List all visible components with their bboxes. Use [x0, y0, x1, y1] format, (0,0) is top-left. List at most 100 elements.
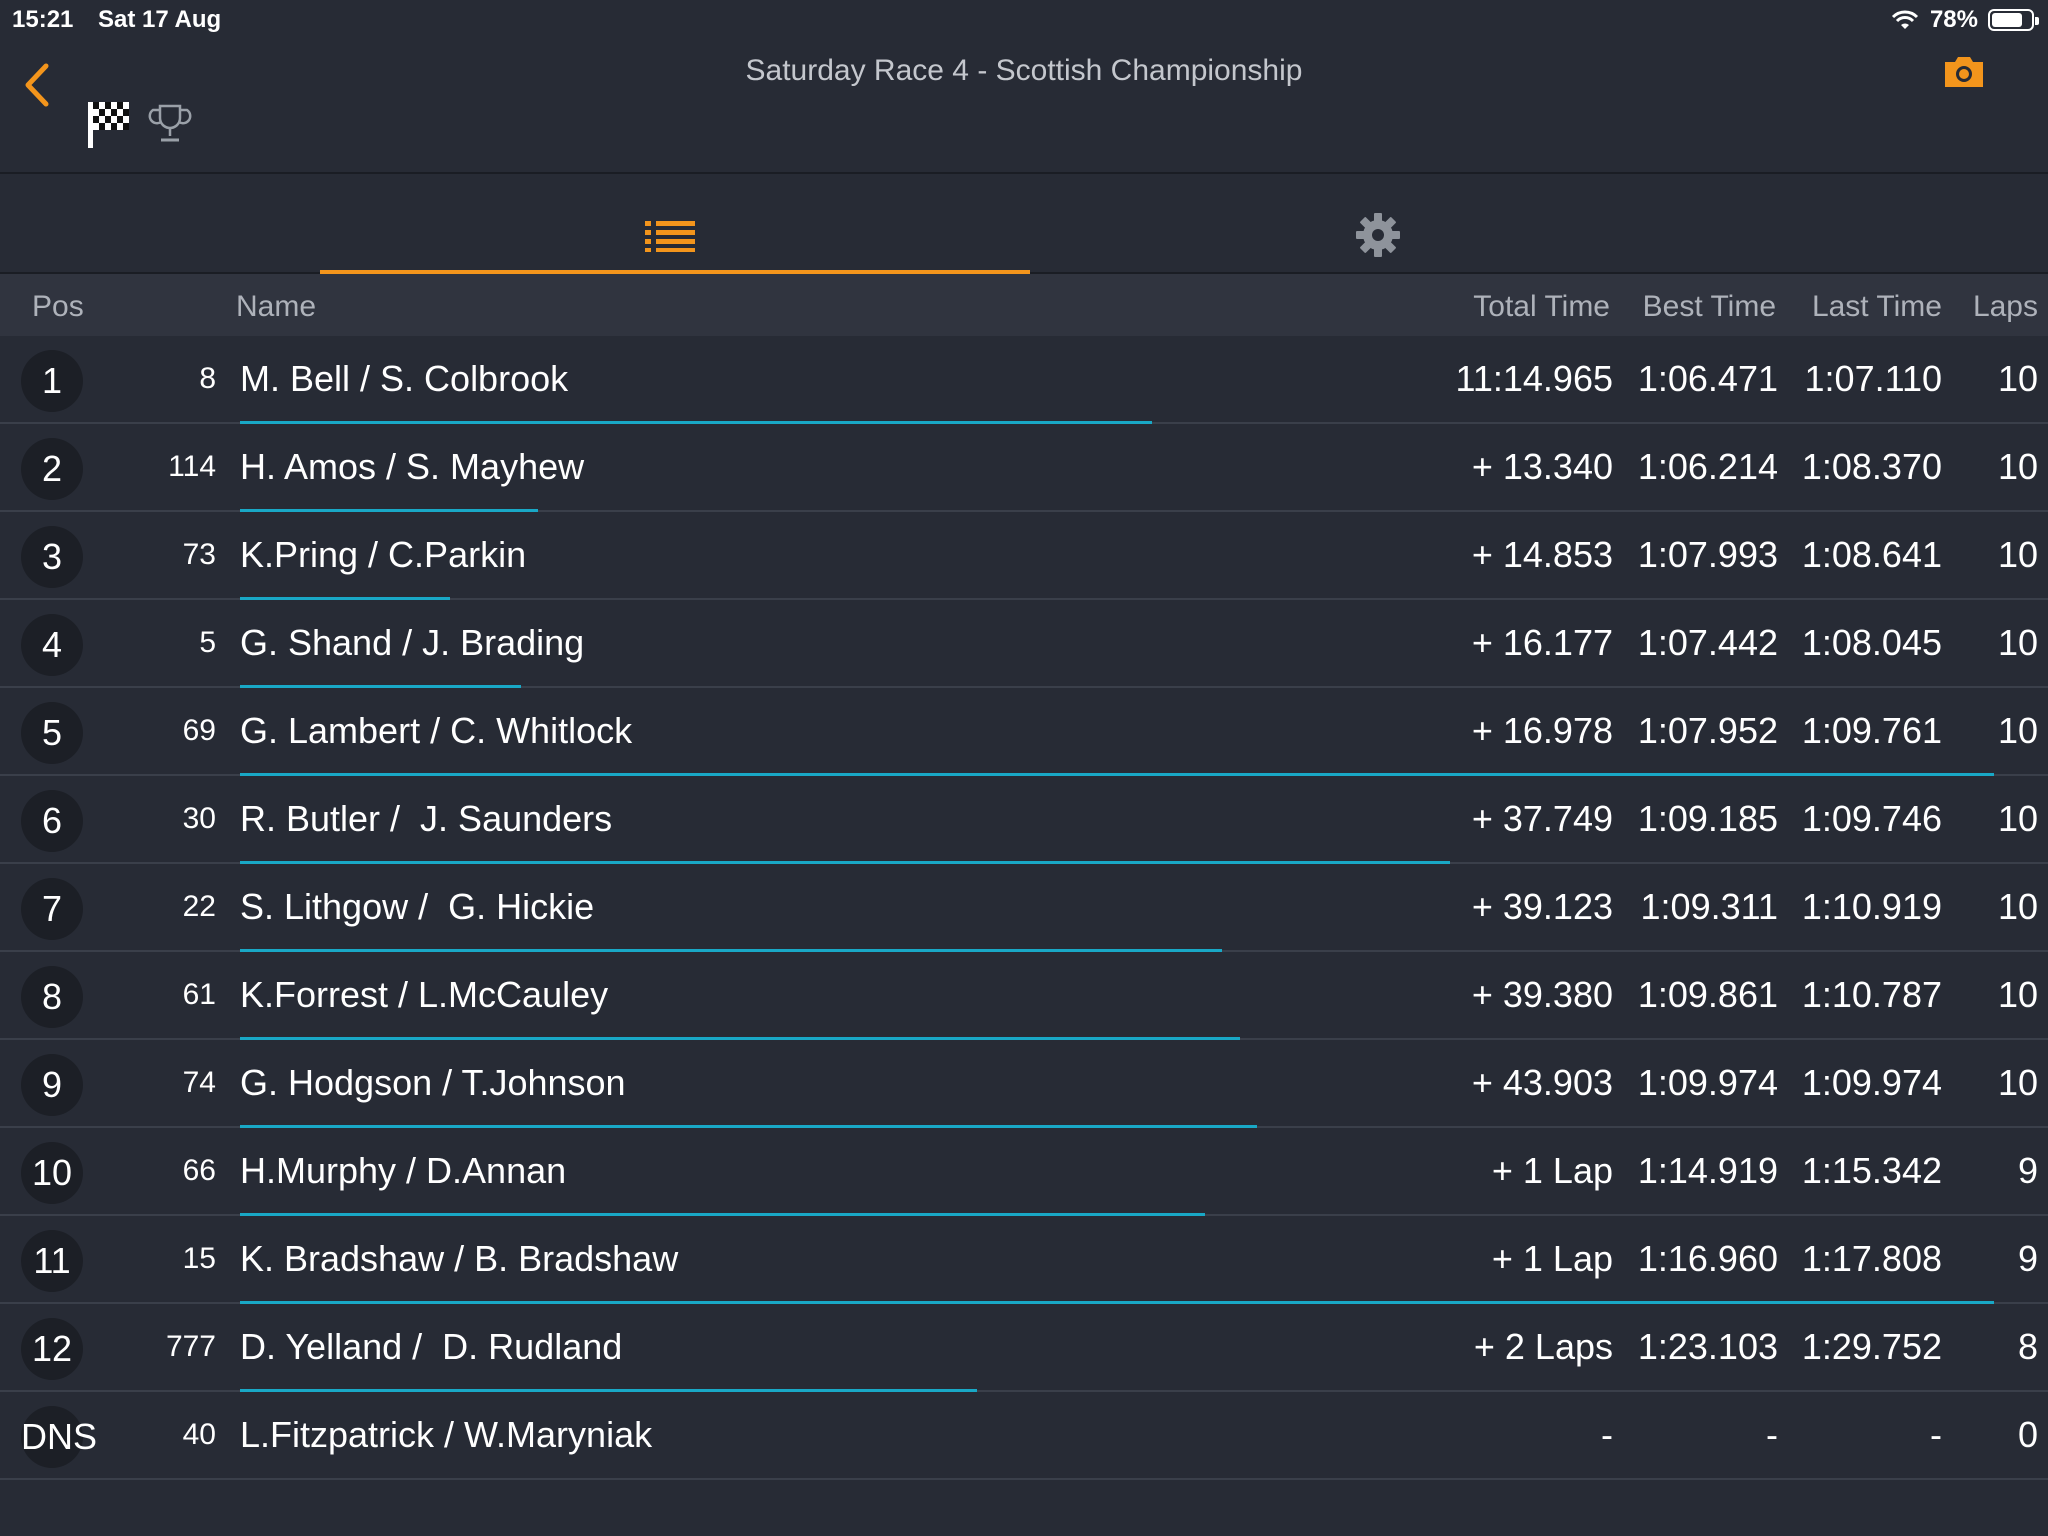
wifi-icon: [1891, 10, 1919, 29]
last-time: 1:08.045: [1801, 622, 1942, 663]
car-number: 61: [182, 978, 216, 1011]
last-time: 1:08.641: [1801, 534, 1942, 575]
best-time: 1:23.103: [1637, 1326, 1778, 1367]
tab-list[interactable]: [320, 176, 1030, 274]
table-row[interactable]: 4 5 G. Shand / J. Brading + 16.177 1:07.442 1…: [0, 600, 2048, 688]
laps-count: 10: [1997, 534, 2038, 575]
col-best-time[interactable]: Best Time: [1643, 290, 1776, 324]
total-time: 11:14.965: [1455, 358, 1613, 399]
lap-progress-line: [240, 685, 521, 688]
laps-count: 10: [1997, 886, 2038, 927]
status-date: Sat 17 Aug: [98, 6, 222, 33]
best-time: 1:14.919: [1637, 1150, 1778, 1191]
best-time: 1:07.442: [1637, 622, 1778, 663]
best-time: 1:16.960: [1637, 1238, 1778, 1279]
col-last-time[interactable]: Last Time: [1812, 290, 1942, 324]
status-indicators: 78%: [1890, 6, 2039, 34]
last-time: 1:17.808: [1801, 1238, 1942, 1279]
laps-count: 0: [2017, 1414, 2038, 1455]
lap-progress-line: [240, 1037, 1240, 1040]
position-badge: 7: [21, 878, 83, 940]
table-row[interactable]: 2 114 H. Amos / S. Mayhew + 13.340 1:06.214 1…: [0, 424, 2048, 512]
best-time: 1:09.185: [1637, 798, 1778, 839]
best-time: 1:07.952: [1637, 710, 1778, 751]
lap-progress-line: [240, 1389, 977, 1392]
best-time: 1:06.471: [1637, 358, 1778, 399]
driver-names: H. Amos / S. Mayhew: [240, 446, 585, 487]
position-badge: 3: [21, 526, 83, 588]
position-badge: 9: [21, 1054, 83, 1116]
last-time: 1:15.342: [1801, 1150, 1942, 1191]
last-time: -: [1930, 1414, 1942, 1455]
position-badge: 10: [21, 1142, 83, 1204]
total-time: + 37.749: [1471, 798, 1613, 839]
table-row[interactable]: 7 22 S. Lithgow / G. Hickie + 39.123 1:09.31…: [0, 864, 2048, 952]
chequered-flag-icon[interactable]: [86, 100, 132, 150]
car-number: 777: [165, 1330, 216, 1363]
position-badge: 8: [21, 966, 83, 1028]
car-number: 5: [199, 626, 216, 659]
camera-icon[interactable]: [1942, 54, 1986, 90]
driver-names: R. Butler / J. Saunders: [240, 798, 613, 839]
table-row[interactable]: 10 66 H.Murphy / D.Annan + 1 Lap 1:14.919 1:1…: [0, 1128, 2048, 1216]
car-number: 114: [168, 450, 216, 483]
best-time: -: [1766, 1414, 1778, 1455]
car-number: 66: [182, 1154, 216, 1187]
battery-percent: 78%: [1929, 6, 1978, 33]
table-row[interactable]: 3 73 K.Pring / C.Parkin + 14.853 1:07.993 1:0…: [0, 512, 2048, 600]
table-row[interactable]: 11 15 K. Bradshaw / B. Bradshaw + 1 Lap 1:16…: [0, 1216, 2048, 1304]
table-row[interactable]: DNS 40 L.Fitzpatrick / W.Maryniak - - - 0: [0, 1392, 2048, 1480]
col-total-time[interactable]: Total Time: [1473, 290, 1610, 324]
last-time: 1:08.370: [1801, 446, 1942, 487]
laps-count: 10: [1997, 1062, 2038, 1103]
driver-names: K.Forrest / L.McCauley: [240, 974, 609, 1015]
lap-progress-line: [240, 421, 1152, 424]
table-row[interactable]: 8 61 K.Forrest / L.McCauley + 39.380 1:09.86…: [0, 952, 2048, 1040]
col-pos[interactable]: Pos: [32, 290, 84, 324]
total-time: + 1 Lap: [1491, 1150, 1613, 1191]
driver-names: K. Bradshaw / B. Bradshaw: [240, 1238, 679, 1279]
total-time: + 43.903: [1471, 1062, 1613, 1103]
car-number: 69: [182, 714, 216, 747]
total-time: + 14.853: [1471, 534, 1613, 575]
table-row[interactable]: 1 8 M. Bell / S. Colbrook 11:14.965 1:06.471…: [0, 336, 2048, 424]
position-badge: DNS: [21, 1406, 97, 1468]
driver-names: K.Pring / C.Parkin: [240, 534, 527, 575]
best-time: 1:09.861: [1637, 974, 1778, 1015]
position-badge: 11: [21, 1230, 83, 1292]
trophy-icon[interactable]: [148, 102, 192, 146]
laps-count: 9: [2017, 1150, 2038, 1191]
position-badge: 6: [21, 790, 83, 852]
total-time: + 16.978: [1471, 710, 1613, 751]
car-number: 15: [182, 1242, 216, 1275]
car-number: 73: [182, 538, 216, 571]
best-time: 1:09.311: [1640, 886, 1778, 927]
table-row[interactable]: 9 74 G. Hodgson / T.Johnson + 43.903 1:09.97…: [0, 1040, 2048, 1128]
header: Saturday Race 4 - Scottish Championship: [0, 40, 2048, 174]
total-time: + 39.380: [1471, 974, 1613, 1015]
driver-names: G. Lambert / C. Whitlock: [240, 710, 633, 751]
table-row[interactable]: 5 69 G. Lambert / C. Whitlock + 16.978 1:07.…: [0, 688, 2048, 776]
status-bar: 15:21 Sat 17 Aug 78%: [0, 0, 2048, 40]
table-row[interactable]: 6 30 R. Butler / J. Saunders + 37.749 1:09.1…: [0, 776, 2048, 864]
last-time: 1:09.761: [1801, 710, 1942, 751]
lap-progress-line: [240, 1125, 1257, 1128]
battery-icon: [1988, 9, 2039, 31]
tab-settings[interactable]: [1030, 176, 1720, 274]
status-time: 15:21: [12, 6, 74, 33]
car-number: 22: [182, 890, 216, 923]
last-time: 1:09.974: [1801, 1062, 1942, 1103]
table-row[interactable]: 12 777 D. Yelland / D. Rudland + 2 Laps 1:23…: [0, 1304, 2048, 1392]
driver-names: G. Shand / J. Brading: [240, 622, 585, 663]
laps-count: 10: [1997, 622, 2038, 663]
lap-progress-line: [240, 1213, 1205, 1216]
best-time: 1:07.993: [1637, 534, 1778, 575]
lap-progress-line: [240, 861, 1450, 864]
list-icon: [645, 221, 695, 252]
driver-names: M. Bell / S. Colbrook: [240, 358, 569, 399]
best-time: 1:09.974: [1637, 1062, 1778, 1103]
last-time: 1:09.746: [1801, 798, 1942, 839]
position-badge: 1: [21, 350, 83, 412]
col-laps[interactable]: Laps: [1973, 290, 2038, 324]
col-name[interactable]: Name: [236, 290, 316, 324]
